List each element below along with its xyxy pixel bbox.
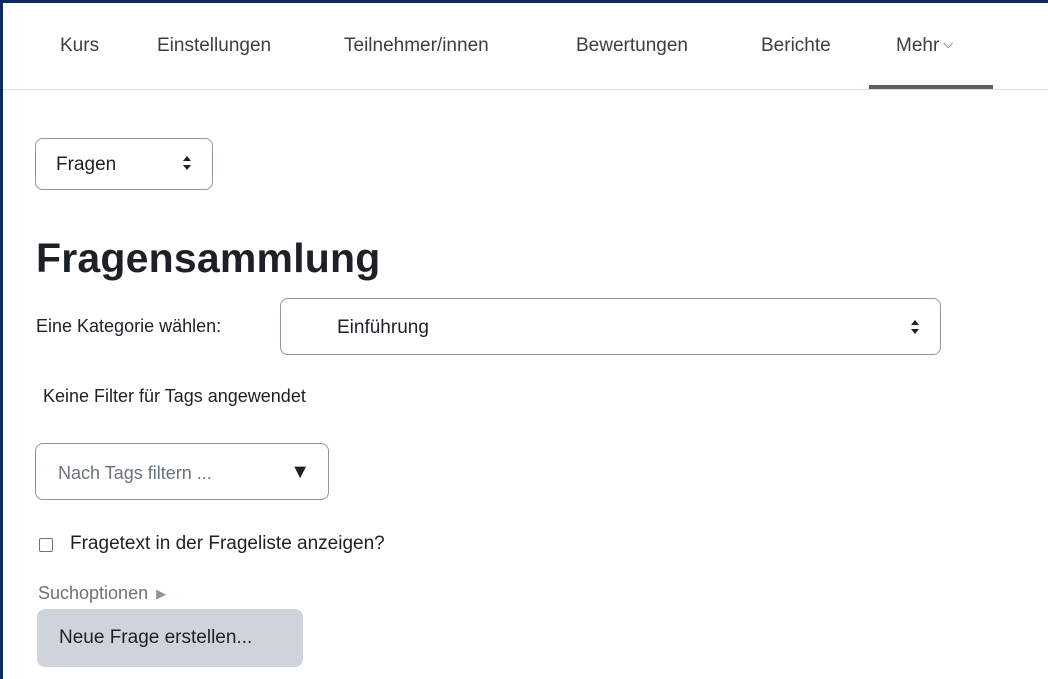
page-select[interactable]: Fragen	[35, 138, 213, 190]
dropdown-arrow-icon[interactable]: ▼	[290, 461, 310, 484]
category-label: Eine Kategorie wählen:	[36, 316, 222, 336]
tag-filter-status: Keine Filter für Tags angewendet	[43, 386, 306, 406]
show-question-text-checkbox[interactable]	[39, 538, 53, 552]
tag-filter-input[interactable]: Nach Tags filtern ... ▼	[35, 443, 329, 500]
category-select[interactable]: Einführung	[280, 298, 941, 355]
page-title: Fragensammlung	[36, 235, 381, 281]
select-updown-icon	[182, 153, 192, 173]
show-question-text-label[interactable]: Fragetext in der Frageliste anzeigen?	[70, 533, 385, 555]
search-options-label: Suchoptionen	[38, 583, 149, 603]
tab-bewertungen[interactable]: Bewertungen	[576, 35, 688, 57]
tab-kurs[interactable]: Kurs	[60, 35, 99, 57]
search-options-toggle[interactable]: Suchoptionen ▶	[38, 583, 166, 604]
active-tab-indicator	[869, 85, 993, 89]
category-select-value: Einführung	[337, 317, 429, 338]
caret-right-icon: ▶	[156, 586, 167, 601]
select-updown-icon	[910, 317, 920, 337]
app-frame: Kurs Einstellungen Teilnehmer/innen Bewe…	[0, 0, 1048, 679]
tab-mehr-label: Mehr	[896, 35, 940, 56]
tab-einstellungen[interactable]: Einstellungen	[157, 35, 271, 57]
tag-filter-placeholder: Nach Tags filtern ...	[58, 463, 212, 483]
tab-teilnehmer[interactable]: Teilnehmer/innen	[344, 35, 489, 57]
secondary-navigation: Kurs Einstellungen Teilnehmer/innen Bewe…	[3, 3, 1048, 90]
create-question-button[interactable]: Neue Frage erstellen...	[37, 609, 303, 667]
chevron-down-icon: ⌵	[943, 36, 954, 51]
tab-mehr[interactable]: Mehr ⌵	[896, 35, 953, 57]
page-select-value: Fragen	[56, 154, 117, 175]
tab-berichte[interactable]: Berichte	[761, 35, 831, 57]
